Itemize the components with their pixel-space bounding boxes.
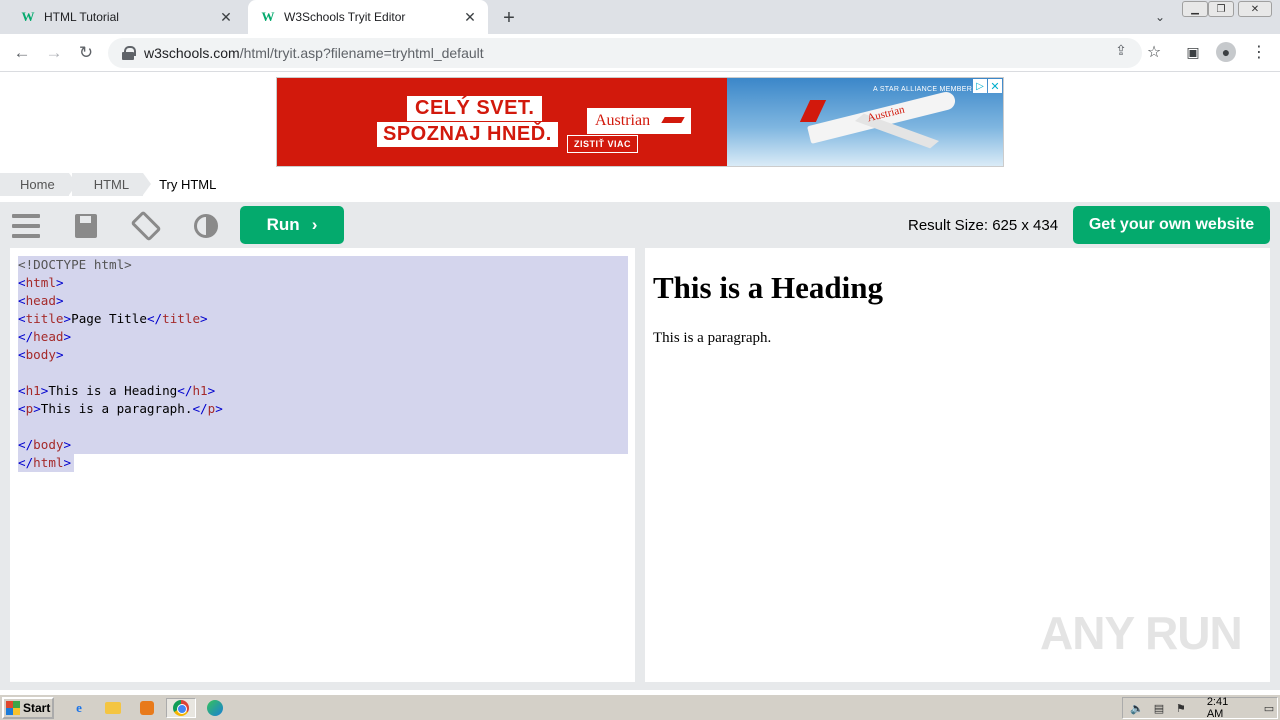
result-size-label: Result Size: 625 x 434 xyxy=(908,217,1059,234)
advertisement-banner[interactable]: CELÝ SVET. SPOZNAJ HNEĎ. Austrian ZISTIŤ… xyxy=(276,77,1004,167)
start-button[interactable]: Start xyxy=(2,697,54,719)
minimize-window-icon[interactable]: ▁ xyxy=(1182,1,1208,17)
code-content[interactable]: <!DOCTYPE html> <html> <head> <title>Pag… xyxy=(18,256,628,472)
ad-brand-name: Austrian xyxy=(595,112,651,129)
ad-close-icon[interactable]: ✕ xyxy=(988,79,1002,93)
rotate-layout-icon[interactable] xyxy=(130,210,162,242)
anyrun-watermark: ANY RUN xyxy=(1040,607,1243,659)
code-line: </head> xyxy=(18,328,628,346)
system-tray: 🔈 ▤ ⚑ 2:41 AM ▭ xyxy=(1122,696,1278,720)
run-button[interactable]: Run › xyxy=(240,206,344,244)
code-editor[interactable]: <!DOCTYPE html> <html> <head> <title>Pag… xyxy=(10,248,635,682)
code-line: <h1>This is a Heading</h1> xyxy=(18,382,628,400)
back-icon[interactable]: ← xyxy=(10,41,34,65)
lock-icon[interactable] xyxy=(122,46,136,60)
breadcrumb-html[interactable]: HTML xyxy=(71,173,152,196)
code-line: </html> xyxy=(18,454,74,472)
editor-toolbar: Run › Result Size: 625 x 434 Get your ow… xyxy=(0,202,1280,248)
edge-icon[interactable] xyxy=(204,698,226,718)
menu-icon[interactable] xyxy=(11,211,41,241)
close-tab-icon[interactable]: ✕ xyxy=(460,7,480,27)
plane-tail xyxy=(799,100,827,122)
save-icon[interactable] xyxy=(71,211,101,241)
share-icon[interactable]: ⇪ xyxy=(1112,41,1130,59)
windows-logo-icon xyxy=(6,701,20,715)
tab-title: W3Schools Tryit Editor xyxy=(284,10,406,24)
ad-plane-image: A STAR ALLIANCE MEMBER Austrian xyxy=(727,78,1003,166)
code-line xyxy=(18,364,628,382)
workspace: <!DOCTYPE html> <html> <head> <title>Pag… xyxy=(0,248,1280,690)
w3schools-favicon-icon: W xyxy=(261,9,275,24)
adchoices-icon[interactable]: ▷ xyxy=(973,79,987,93)
tab-html-tutorial[interactable]: W HTML Tutorial ✕ xyxy=(8,0,244,34)
address-bar[interactable]: w3schools.com/html/tryit.asp?filename=tr… xyxy=(108,38,1142,68)
restore-window-icon[interactable]: ❐ xyxy=(1208,1,1234,17)
ad-headline-2: SPOZNAJ HNEĎ. xyxy=(377,122,558,147)
side-panel-icon[interactable]: ▣ xyxy=(1183,42,1203,62)
chevron-right-icon: › xyxy=(311,215,318,234)
action-center-flag-icon[interactable]: ⚑ xyxy=(1173,701,1189,715)
result-paragraph: This is a paragraph. xyxy=(653,330,772,346)
breadcrumb: Home HTML Try HTML xyxy=(0,173,216,196)
run-button-label: Run xyxy=(266,215,300,234)
theme-contrast-icon[interactable] xyxy=(191,211,221,241)
show-desktop-icon[interactable]: ▭ xyxy=(1261,701,1277,715)
code-line: <body> xyxy=(18,346,628,364)
new-tab-icon[interactable]: + xyxy=(497,6,521,30)
result-heading: This is a Heading xyxy=(653,270,883,305)
browser-toolbar: ← → ↻ w3schools.com/html/tryit.asp?filen… xyxy=(0,34,1280,72)
start-label: Start xyxy=(23,701,51,715)
clock: 2:41 AM xyxy=(1206,696,1229,720)
url-host: w3schools.com xyxy=(144,45,240,61)
chrome-menu-icon[interactable]: ⋮ xyxy=(1249,42,1269,62)
austrian-arrow-icon xyxy=(661,117,685,123)
bookmark-star-icon[interactable]: ☆ xyxy=(1144,42,1164,62)
code-line: <!DOCTYPE html> xyxy=(18,256,628,274)
profile-avatar-icon[interactable]: ● xyxy=(1216,42,1236,62)
tab-strip: W HTML Tutorial ✕ W W3Schools Tryit Edit… xyxy=(0,0,1280,34)
network-icon[interactable]: ▤ xyxy=(1151,701,1167,715)
ad-red-panel: CELÝ SVET. SPOZNAJ HNEĎ. Austrian ZISTIŤ… xyxy=(277,78,727,166)
code-line: </body> xyxy=(18,436,628,454)
code-line: <head> xyxy=(18,292,628,310)
file-explorer-icon[interactable] xyxy=(102,698,124,718)
reload-icon[interactable]: ↻ xyxy=(74,41,98,65)
result-frame[interactable]: This is a Heading This is a paragraph. A… xyxy=(645,248,1270,682)
tab-search-chevron-icon[interactable]: ⌄ xyxy=(1150,8,1170,26)
w3schools-favicon-icon: W xyxy=(21,9,35,24)
close-window-icon[interactable]: ✕ xyxy=(1238,1,1272,17)
code-line: <p>This is a paragraph.</p> xyxy=(18,400,628,418)
austrian-logo: Austrian xyxy=(587,108,691,134)
ad-alliance-text: A STAR ALLIANCE MEMBER xyxy=(873,86,973,93)
tab-title: HTML Tutorial xyxy=(44,10,119,24)
chrome-taskbar-icon[interactable] xyxy=(166,698,196,718)
ad-headline-1: CELÝ SVET. xyxy=(407,96,543,121)
breadcrumb-home[interactable]: Home xyxy=(0,173,77,196)
taskbar: Start e 🔈 ▤ ⚑ 2:41 AM ▭ xyxy=(0,694,1280,720)
media-player-icon[interactable] xyxy=(136,698,158,718)
ad-cta-button[interactable]: ZISTIŤ VIAC xyxy=(567,135,638,153)
tab-tryit-editor[interactable]: W W3Schools Tryit Editor ✕ xyxy=(248,0,488,34)
code-line xyxy=(18,418,628,436)
forward-icon[interactable]: → xyxy=(42,41,66,65)
get-your-own-website-button[interactable]: Get your own website xyxy=(1073,206,1270,244)
url-path: /html/tryit.asp?filename=tryhtml_default xyxy=(239,45,484,61)
code-line: <title>Page Title</title> xyxy=(18,310,628,328)
close-tab-icon[interactable]: ✕ xyxy=(216,7,236,27)
internet-explorer-icon[interactable]: e xyxy=(68,698,90,718)
code-line: <html> xyxy=(18,274,628,292)
volume-icon[interactable]: 🔈 xyxy=(1129,701,1145,715)
breadcrumb-current: Try HTML xyxy=(159,177,217,192)
